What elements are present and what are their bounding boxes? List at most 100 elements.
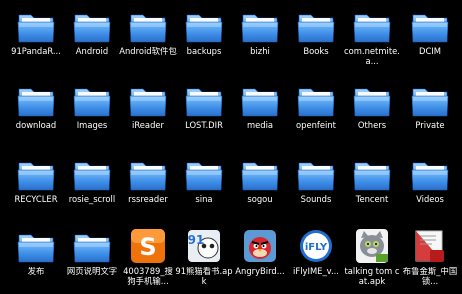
folder-icon	[72, 226, 112, 266]
folder-icon	[352, 6, 392, 46]
file-item-label: DCIM	[419, 47, 441, 56]
file-item-label: Android	[75, 47, 109, 56]
folder-icon	[72, 80, 112, 120]
file-item[interactable]: Videos	[402, 154, 458, 222]
file-item-label: iReader	[132, 121, 164, 130]
file-item[interactable]: 网页说明文字	[64, 226, 120, 294]
folder-icon	[72, 6, 112, 46]
svg-text:iFLY: iFLY	[305, 242, 328, 253]
file-item[interactable]: RECYCLER	[8, 154, 64, 222]
file-item-label: download	[15, 121, 57, 130]
file-browser-grid: 91PandaR... Android Android软件包 backups b…	[0, 0, 462, 293]
folder-icon	[410, 6, 450, 46]
folder-icon	[128, 6, 168, 46]
file-item-label: 91熊猫看书.apk	[175, 267, 233, 286]
file-item-label: 布鲁金斯_中国锁...	[402, 267, 458, 286]
file-item-label: Books	[303, 47, 329, 56]
file-item-label: 发布	[27, 267, 45, 276]
file-item[interactable]: iFLY iFlyIME_v...	[288, 226, 344, 294]
file-item-label: 91PandaR...	[11, 47, 61, 56]
file-item-label: Images	[76, 121, 108, 130]
file-item-label: Others	[357, 121, 387, 130]
file-item[interactable]: 发布	[8, 226, 64, 294]
file-item-label: Tencent	[355, 195, 389, 204]
file-item-label: rssreader	[128, 195, 168, 204]
file-item-label: sogou	[247, 195, 273, 204]
file-item-label: RECYCLER	[14, 195, 58, 204]
folder-icon	[240, 154, 280, 194]
folder-icon	[16, 226, 56, 266]
folder-icon	[16, 80, 56, 120]
file-item[interactable]: Books	[288, 6, 344, 74]
folder-icon	[128, 80, 168, 120]
folder-icon	[352, 154, 392, 194]
file-item[interactable]: talking tom cat.apk	[344, 226, 400, 294]
file-item-label: talking tom cat.apk	[344, 267, 400, 286]
file-item-label: AngryBird...	[235, 267, 285, 276]
file-item-label: rosie_scroll	[68, 195, 116, 204]
folder-icon	[410, 80, 450, 120]
folder-icon	[72, 154, 112, 194]
file-item[interactable]: LOST.DIR	[176, 80, 232, 148]
file-item[interactable]: backups	[176, 6, 232, 74]
file-item[interactable]: Private	[402, 80, 458, 148]
file-item[interactable]: Sounds	[288, 154, 344, 222]
file-item[interactable]: Images	[64, 80, 120, 148]
file-item[interactable]: DCIM	[402, 6, 458, 74]
talking-tom-cat-app-icon	[352, 226, 392, 266]
folder-icon	[184, 6, 224, 46]
angry-birds-app-icon	[240, 226, 280, 266]
folder-icon	[184, 154, 224, 194]
folder-icon	[296, 6, 336, 46]
file-item[interactable]: rosie_scroll	[64, 154, 120, 222]
folder-icon	[352, 80, 392, 120]
file-item[interactable]: 布鲁金斯_中国锁...	[402, 226, 458, 294]
pdf-document-icon	[410, 226, 450, 266]
folder-icon	[184, 80, 224, 120]
file-item[interactable]: 91PandaR...	[8, 6, 64, 74]
file-item-label: LOST.DIR	[185, 121, 223, 130]
file-item[interactable]: rssreader	[120, 154, 176, 222]
ifly-ime-app-icon: iFLY	[296, 226, 336, 266]
sogou-input-app-icon: S	[128, 226, 168, 266]
file-item-label: sina	[195, 195, 213, 204]
folder-icon	[240, 6, 280, 46]
folder-icon	[240, 80, 280, 120]
file-item[interactable]: Tencent	[344, 154, 400, 222]
folder-icon	[16, 6, 56, 46]
file-item[interactable]: 91 91熊猫看书.apk	[175, 226, 233, 294]
file-item[interactable]: Others	[344, 80, 400, 148]
file-item[interactable]: sina	[176, 154, 232, 222]
file-item[interactable]: sogou	[232, 154, 288, 222]
panda-reader-app-icon: 91	[184, 226, 224, 266]
folder-icon	[16, 154, 56, 194]
svg-text:S: S	[139, 233, 156, 261]
file-item-label: Sounds	[300, 195, 332, 204]
file-item-label: Private	[415, 121, 445, 130]
file-item-label: 4003789_搜狗手机输...	[123, 267, 173, 286]
folder-icon	[296, 154, 336, 194]
folder-icon	[410, 154, 450, 194]
file-item[interactable]: bizhi	[232, 6, 288, 74]
file-item[interactable]: openfeint	[288, 80, 344, 148]
file-item-label: Videos	[416, 195, 444, 204]
file-item[interactable]: Android	[64, 6, 120, 74]
file-item[interactable]: iReader	[120, 80, 176, 148]
file-item-label: iFlyIME_v...	[293, 267, 339, 276]
file-item[interactable]: com.netmite.a...	[344, 6, 400, 74]
file-item[interactable]: S 4003789_搜狗手机输...	[120, 226, 176, 294]
file-item-label: com.netmite.a...	[344, 47, 400, 66]
file-item[interactable]: Android软件包	[119, 6, 177, 74]
file-item-label: bizhi	[250, 47, 270, 56]
file-item-label: openfeint	[296, 121, 336, 130]
file-item[interactable]: media	[232, 80, 288, 148]
svg-text:91: 91	[188, 233, 205, 247]
folder-icon	[128, 154, 168, 194]
folder-icon	[296, 80, 336, 120]
file-item[interactable]: AngryBird...	[232, 226, 288, 294]
file-item-label: media	[246, 121, 274, 130]
file-item-label: Android软件包	[119, 47, 177, 56]
file-item-label: 网页说明文字	[66, 267, 118, 276]
file-item[interactable]: download	[8, 80, 64, 148]
file-item-label: backups	[186, 47, 222, 56]
